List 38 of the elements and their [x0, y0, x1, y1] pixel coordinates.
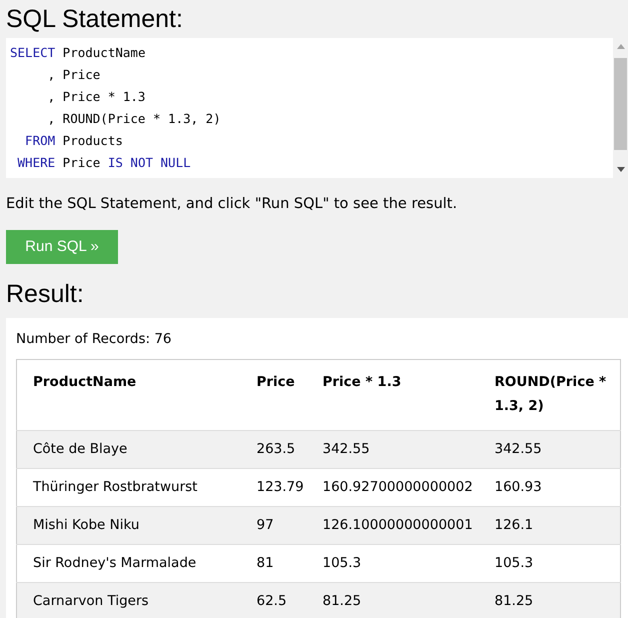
code-line: FROM Products: [24, 132, 123, 150]
record-count: Number of Records: 76: [16, 330, 172, 349]
table-cell: 342.55: [478, 430, 620, 468]
column-header: ROUND(Price * 1.3, 2): [478, 360, 620, 430]
scroll-up-icon[interactable]: [616, 43, 624, 49]
table-cell: 342.55: [306, 430, 478, 468]
table-cell: 62.5: [240, 582, 306, 618]
code-line: , Price: [46, 66, 100, 84]
table-cell: 105.3: [306, 544, 478, 582]
table-cell: Sir Rodney's Marmalade: [16, 544, 240, 582]
table-cell: 126.10000000000001: [306, 506, 478, 544]
table-cell: Thüringer Rostbratwurst: [16, 468, 240, 506]
table-cell: 126.1: [478, 506, 620, 544]
column-header: ProductName: [16, 360, 240, 430]
section-heading: SQL Statement:: [6, 4, 183, 35]
table-cell: 97: [240, 506, 306, 544]
instruction-text: Edit the SQL Statement, and click "Run SQL" to see the result.: [6, 195, 458, 214]
table-cell: 105.3: [478, 544, 620, 582]
section-heading: Result:: [6, 279, 84, 310]
table-cell: 263.5: [240, 430, 306, 468]
table-cell: 160.92700000000002: [306, 468, 478, 506]
code-editor[interactable]: SELECT ProductName , Price , Price * 1.3 , ROUND(Price * 1.3, 2) FROM Products WHERE Price IS NOT NULL: [6, 38, 613, 178]
table-cell: Mishi Kobe Niku: [16, 506, 240, 544]
column-header: Price: [240, 360, 306, 430]
table-cell: Carnarvon Tigers: [16, 582, 240, 618]
code-line: , Price * 1.3: [46, 88, 146, 106]
table-cell: 81.25: [306, 582, 478, 618]
code-line: SELECT ProductName: [10, 44, 146, 62]
scrollbar-thumb[interactable]: [614, 58, 627, 150]
table-cell: 81.25: [478, 582, 620, 618]
table-cell: Côte de Blaye: [16, 430, 240, 468]
table-cell: 160.93: [478, 468, 620, 506]
table-cell: 81: [240, 544, 306, 582]
table-cell: 123.79: [240, 468, 306, 506]
column-header: Price * 1.3: [306, 360, 478, 430]
scroll-down-icon[interactable]: [616, 167, 624, 173]
code-line: WHERE Price IS NOT NULL: [16, 154, 191, 172]
code-line: , ROUND(Price * 1.3, 2): [46, 110, 221, 128]
